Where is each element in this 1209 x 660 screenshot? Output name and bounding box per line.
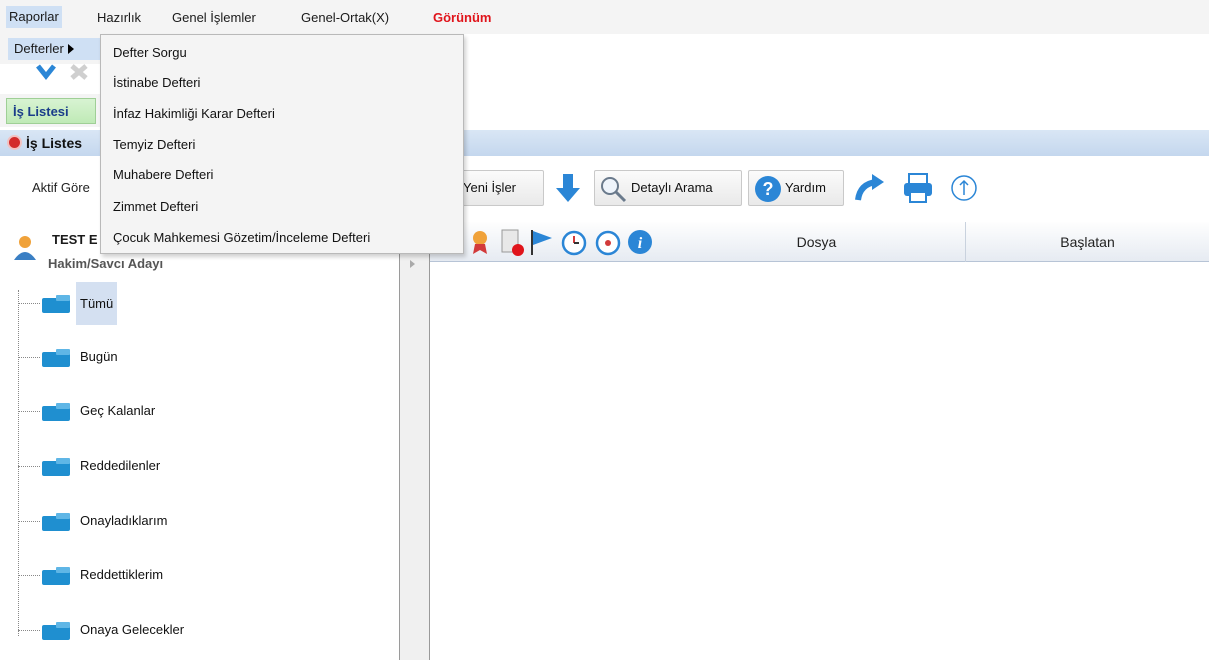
folder-icon bbox=[42, 295, 70, 313]
yardim-label: Yardım bbox=[785, 180, 826, 195]
folder-icon bbox=[42, 622, 70, 640]
menu-hazirlik[interactable]: Hazırlık bbox=[97, 10, 141, 25]
printer-icon bbox=[904, 173, 932, 203]
award-icon bbox=[473, 231, 487, 254]
tree-node-label: Reddedilenler bbox=[80, 458, 161, 473]
menu-item-infaz-hakimligi-karar-defteri[interactable]: İnfaz Hakimliği Karar Defteri bbox=[113, 106, 275, 121]
magnifier-icon bbox=[601, 177, 627, 203]
menu-item-defter-sorgu[interactable]: Defter Sorgu bbox=[113, 45, 187, 60]
work-list-table: i Dosya Başlatan bbox=[430, 222, 1209, 660]
folder-icon bbox=[42, 567, 70, 585]
tree-node-label: Bugün bbox=[80, 349, 118, 364]
menu-genel-ortak[interactable]: Genel-Ortak(X) bbox=[301, 10, 389, 25]
menu-gorunum[interactable]: Görünüm bbox=[433, 10, 492, 25]
user-avatar-icon bbox=[14, 236, 36, 260]
redo-arrow-icon bbox=[855, 174, 884, 201]
flag-icon bbox=[531, 230, 552, 255]
tab-strip: İş Listesi bbox=[0, 94, 100, 127]
arrow-down-icon bbox=[556, 174, 580, 202]
folder-icon bbox=[42, 349, 70, 367]
tree-node-label: Onaya Gelecekler bbox=[80, 622, 185, 637]
alarm-clock-icon bbox=[561, 230, 587, 256]
user-role: Hakim/Savcı Adayı bbox=[48, 256, 164, 271]
yardim-button[interactable]: ? Yardım bbox=[748, 170, 844, 206]
table-header: i Dosya Başlatan bbox=[430, 222, 1209, 262]
menu-item-zimmet-defteri[interactable]: Zimmet Defteri bbox=[113, 199, 198, 214]
submenu-arrow-icon bbox=[67, 44, 74, 54]
yeni-isler-label: Yeni İşler bbox=[463, 180, 516, 195]
folder-icon bbox=[42, 513, 70, 531]
download-button[interactable] bbox=[550, 170, 586, 206]
expand-arrow-icon[interactable] bbox=[410, 260, 415, 268]
tree-node-label: Geç Kalanlar bbox=[80, 403, 156, 418]
user-name: TEST E bbox=[52, 232, 98, 247]
tree-node-label: Reddettiklerim bbox=[80, 567, 164, 582]
folder-icon bbox=[42, 403, 70, 421]
column-dosya[interactable]: Dosya bbox=[668, 222, 966, 262]
svg-text:?: ? bbox=[763, 179, 774, 199]
svg-text:i: i bbox=[638, 235, 643, 252]
document-warning-icon bbox=[501, 229, 524, 256]
menu-bar: Raporlar Hazırlık Genel İşlemler Genel-O… bbox=[0, 0, 1209, 34]
panel-splitter[interactable] bbox=[400, 216, 430, 660]
tab-is-listesi[interactable]: İş Listesi bbox=[6, 98, 96, 124]
folder-icon bbox=[42, 458, 70, 476]
defterler-submenu: Defter Sorgu İstinabe Defteri İnfaz Haki… bbox=[100, 34, 464, 254]
info-icon: i bbox=[628, 230, 652, 254]
menu-raporlar[interactable]: Raporlar bbox=[6, 6, 62, 28]
tree-node-label: Onayladıklarım bbox=[80, 513, 168, 528]
toolbar-icons-partial bbox=[36, 64, 88, 81]
column-baslatan[interactable]: Başlatan bbox=[966, 222, 1209, 262]
menu-item-defterler[interactable]: Defterler bbox=[8, 38, 100, 60]
panel-title: İş Listes bbox=[26, 135, 83, 151]
aktif-gorev-label: Aktif Göre bbox=[32, 180, 90, 195]
emblem-icon bbox=[7, 135, 22, 150]
stopwatch-icon bbox=[595, 230, 621, 256]
menu-item-istinabe-defteri[interactable]: İstinabe Defteri bbox=[113, 75, 200, 90]
detayli-arama-label: Detaylı Arama bbox=[631, 180, 713, 195]
yeni-isler-button[interactable]: Yeni İşler bbox=[458, 170, 544, 206]
header-icon-columns: i bbox=[473, 229, 652, 256]
menu-item-cocuk-mahkemesi-defteri[interactable]: Çocuk Mahkemesi Gözetim/İnceleme Defteri bbox=[113, 230, 370, 245]
top-toolbar-icons bbox=[30, 64, 100, 81]
upload-button[interactable] bbox=[946, 170, 982, 206]
menu-item-temyiz-defteri[interactable]: Temyiz Defteri bbox=[113, 137, 195, 152]
tree-connector bbox=[18, 290, 19, 636]
help-icon: ? bbox=[755, 176, 781, 202]
tree-node-label: Tümü bbox=[76, 282, 118, 325]
menu-item-muhabere-defteri[interactable]: Muhabere Defteri bbox=[113, 167, 213, 182]
menu-genel-islemler[interactable]: Genel İşlemler bbox=[172, 10, 256, 25]
print-button[interactable] bbox=[900, 170, 936, 206]
forward-button[interactable] bbox=[852, 170, 888, 206]
upload-circle-icon bbox=[951, 175, 977, 201]
tree-panel: TEST E Hakim/Savcı Adayı Tümü Bugün Geç … bbox=[0, 216, 400, 660]
detayli-arama-button[interactable]: Detaylı Arama bbox=[594, 170, 742, 206]
defterler-label: Defterler bbox=[14, 41, 64, 56]
raporlar-menu: Defterler bbox=[0, 34, 100, 64]
